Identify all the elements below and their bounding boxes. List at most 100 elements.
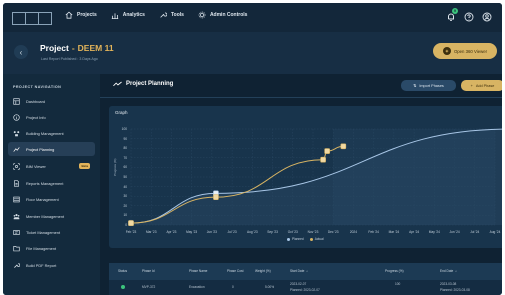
- project-header: ‹ Project - DEEM 11 Last Report Published …: [3, 32, 502, 74]
- cell-phase-cost: 0: [232, 285, 234, 289]
- trend-icon: [13, 146, 20, 152]
- sidebar-item-bim-viewer[interactable]: BIM Viewer Beta: [8, 159, 95, 173]
- bim-icon: [13, 162, 20, 170]
- project-subtitle: Last Report Published : 3 Days Ago: [41, 57, 98, 61]
- th-weight: Weight (%): [255, 269, 271, 273]
- user-icon: [482, 12, 491, 21]
- legend-planned[interactable]: Planned: [287, 237, 304, 241]
- project-title: Project - DEEM 11: [40, 43, 114, 53]
- dashboard-icon: [13, 97, 20, 105]
- members-icon: [13, 213, 20, 219]
- data-point-actual: [213, 194, 219, 200]
- open-360-viewer-button[interactable]: ◉ Open 360 Viewer: [433, 43, 497, 59]
- nav-admin-controls[interactable]: Admin Controls: [198, 11, 248, 19]
- notifications-button[interactable]: 9: [445, 8, 458, 22]
- th-end-date[interactable]: End Date ⌕: [440, 269, 457, 273]
- sidebar-item-label: Build PDF Report: [26, 262, 57, 268]
- profile-button[interactable]: [481, 11, 492, 22]
- th-end-date-label: End Date: [440, 269, 454, 273]
- sidebar-item-floor-management[interactable]: Floor Management: [8, 192, 95, 206]
- cell-weight: 5.00%: [265, 285, 275, 289]
- folder-icon: [13, 245, 20, 251]
- th-progress: Progress (%): [385, 269, 404, 273]
- app-logo[interactable]: [12, 12, 52, 25]
- viewer-button-label: Open 360 Viewer: [453, 48, 488, 54]
- top-bar: Projects Analytics Tools Admin Controls …: [3, 3, 502, 33]
- cell-end-planned: Planned: 2023-03-08: [440, 288, 470, 292]
- data-point-actual: [320, 156, 326, 163]
- th-phase-id: Phase Id: [142, 269, 155, 273]
- sidebar-item-label: Dashboard: [26, 98, 46, 104]
- legend-planned-dot: [287, 237, 290, 241]
- chart-legend: Planned Actual: [287, 237, 324, 241]
- floor-icon: [13, 196, 20, 202]
- add-phase-button[interactable]: + Add Phase: [461, 80, 502, 91]
- data-point-actual: [324, 148, 330, 154]
- sidebar-item-project-info[interactable]: Project Info: [8, 110, 95, 124]
- ticket-icon: [13, 229, 20, 235]
- cell-start-date: 2023-02-07: [290, 282, 307, 286]
- project-separator: -: [71, 43, 75, 53]
- nav-analytics-label: Analytics: [122, 12, 145, 18]
- report-icon: [14, 179, 19, 187]
- sidebar-item-label: Ticket Management: [26, 229, 61, 235]
- import-phases-button[interactable]: ⇅ Import Phases: [401, 80, 456, 91]
- progress-chart: [128, 128, 502, 226]
- sidebar-item-building-management[interactable]: Building Management: [8, 126, 95, 140]
- nav-tools[interactable]: Tools: [159, 11, 184, 19]
- cell-phase-name: Excavation: [189, 285, 205, 289]
- status-indicator: [121, 285, 125, 289]
- page-title: Project Planning: [113, 81, 173, 87]
- sidebar-item-build-pdf-report[interactable]: Build PDF Report: [8, 258, 95, 272]
- cell-progress: 100: [395, 282, 401, 286]
- sidebar-item-label: Reports Management: [26, 180, 64, 186]
- th-start-date[interactable]: Start Date ⌕: [290, 269, 308, 273]
- wrench-icon: [160, 12, 167, 18]
- building-icon: [13, 130, 20, 136]
- sidebar-item-label: Floor Management: [26, 196, 59, 202]
- viewer-360-icon: ◉: [442, 47, 451, 55]
- sidebar-item-file-management[interactable]: File Management: [8, 241, 95, 255]
- graph-panel: Graph Progress (%) 100 90 80 70 60 50 40 30 20 10…: [109, 106, 502, 248]
- app-window: Projects Analytics Tools Admin Controls …: [3, 3, 502, 295]
- back-button[interactable]: ‹: [14, 45, 28, 59]
- cell-start-planned: Planned: 2023-02-07: [290, 288, 320, 292]
- project-code: DEEM 11: [77, 43, 114, 53]
- th-phase-name: Phase Name: [189, 269, 208, 273]
- sidebar-item-reports-management[interactable]: Reports Management: [8, 176, 95, 190]
- beta-badge: Beta: [79, 163, 90, 169]
- info-icon: [13, 113, 20, 121]
- data-point-actual: [128, 220, 134, 226]
- nav-tools-label: Tools: [170, 12, 184, 18]
- legend-actual-dot: [309, 237, 313, 241]
- nav-analytics[interactable]: Analytics: [111, 11, 145, 19]
- legend-actual-label: Actual: [314, 237, 324, 241]
- bar-chart-icon: [111, 13, 118, 19]
- help-icon: [464, 12, 473, 21]
- sidebar-item-label: Project Info: [26, 114, 46, 120]
- sidebar-item-member-management[interactable]: Member Management: [8, 209, 95, 223]
- sidebar-item-label: BIM Viewer: [26, 163, 46, 169]
- import-label: Import Phases: [419, 83, 444, 88]
- sidebar-item-ticket-management[interactable]: Ticket Management: [8, 225, 95, 239]
- sidebar-item-project-planning[interactable]: Project Planning: [8, 142, 95, 156]
- nav-projects[interactable]: Projects: [65, 11, 97, 19]
- search-icon[interactable]: ⌕: [455, 269, 457, 273]
- gear-icon: [198, 11, 206, 19]
- tool-icon: [14, 262, 20, 268]
- nav-admin-label: Admin Controls: [209, 12, 248, 18]
- planned-area: [131, 129, 502, 225]
- cell-end-date: 2023-03-08: [440, 282, 457, 286]
- nav-projects-label: Projects: [77, 12, 97, 18]
- cell-phase-id: MVP-372: [142, 285, 156, 289]
- trend-icon: [113, 81, 122, 87]
- sidebar-item-dashboard[interactable]: Dashboard: [8, 94, 95, 108]
- table-row[interactable]: MVP-372 Excavation 0 5.00% 2023-02-07 Pl…: [109, 280, 502, 295]
- help-button[interactable]: [463, 11, 474, 22]
- search-icon[interactable]: ⌕: [306, 269, 308, 273]
- sidebar-item-label: Project Planning: [26, 146, 55, 152]
- legend-actual[interactable]: Actual: [309, 237, 324, 241]
- th-phase-cost: Phase Cost: [227, 269, 244, 273]
- project-label: Project: [40, 43, 69, 53]
- top-icons: 9: [445, 8, 492, 22]
